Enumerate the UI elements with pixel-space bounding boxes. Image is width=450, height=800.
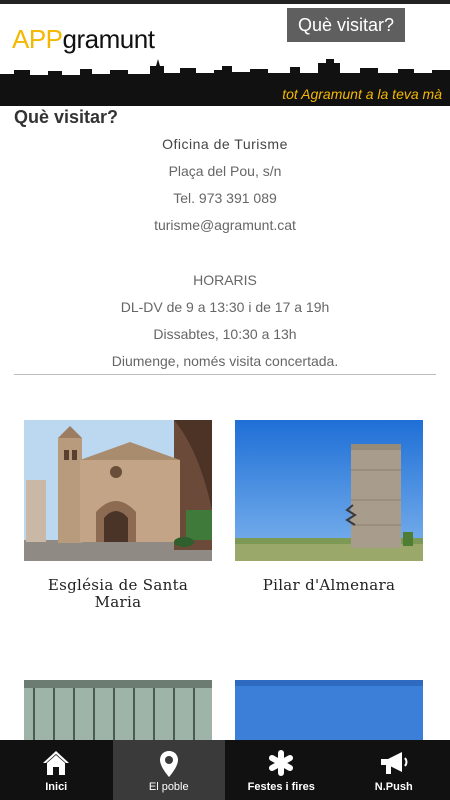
office-email[interactable]: turisme@agramunt.cat — [0, 217, 450, 233]
bottom-navigation: Inici El poble Festes i fires N.Push — [0, 740, 450, 800]
place-card-almenara[interactable]: Pilar d'Almenara — [235, 420, 423, 594]
nav-label-el-poble: El poble — [148, 781, 189, 793]
nav-item-inici[interactable]: Inici — [0, 740, 113, 800]
megaphone-icon — [380, 752, 408, 774]
place-name[interactable]: Pilar d'Almenara — [235, 577, 423, 594]
office-address: Plaça del Pou, s/n — [168, 163, 282, 179]
nav-label-npush: N.Push — [374, 781, 413, 793]
page-title: Què visitar? — [14, 107, 119, 127]
app-logo[interactable]: APPgramunt — [12, 24, 155, 55]
logo-gramunt-text: gramunt — [62, 24, 155, 54]
app-header: APPgramunt Què visitar? tot Agramunt a l… — [0, 0, 450, 106]
office-phone[interactable]: Tel. 973 391 089 — [0, 190, 450, 206]
place-card-santa-maria[interactable]: Església de Santa Maria — [24, 420, 212, 611]
nav-label-festes-i-fires: Festes i fires — [247, 781, 315, 793]
nav-item-festes-i-fires[interactable]: Festes i fires — [225, 740, 338, 800]
nav-item-npush[interactable]: N.Push — [338, 740, 450, 800]
content-divider — [14, 374, 436, 375]
tagline: tot Agramunt a la teva mà — [282, 86, 442, 102]
tourism-office-name: Oficina de Turisme — [162, 136, 288, 152]
nav-item-el-poble[interactable]: El poble — [112, 740, 225, 800]
place-name[interactable]: Església de Santa Maria — [24, 577, 212, 611]
map-pin-icon — [159, 751, 178, 777]
hours-sunday: Diumenge, només visita concertada. — [111, 353, 339, 369]
hours-weekday: DL-DV de 9 a 13:30 i de 17 a 19h — [120, 299, 330, 315]
tower-photo — [235, 420, 423, 561]
nav-label-inici: Inici — [45, 781, 68, 793]
que-visitar-button[interactable]: Què visitar? — [287, 8, 405, 42]
hours-title: HORARIS — [193, 272, 257, 288]
asterisk-icon — [269, 750, 294, 776]
logo-app-text: APP — [12, 24, 63, 54]
home-icon — [43, 751, 70, 775]
church-photo — [24, 420, 212, 561]
hours-saturday: Dissabtes, 10:30 a 13h — [153, 326, 297, 342]
